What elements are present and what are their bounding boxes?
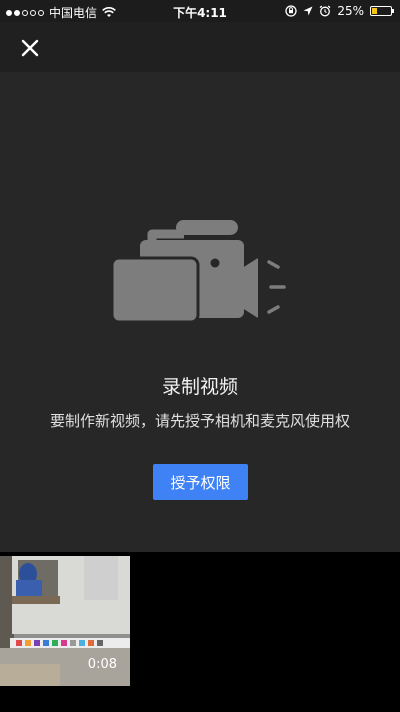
battery-level-fill [372, 8, 377, 14]
permission-panel: 录制视频 要制作新视频，请先授予相机和麦克风使用权 授予权限 [0, 72, 400, 552]
orientation-lock-icon [285, 5, 297, 17]
grant-permission-button[interactable]: 授予权限 [153, 464, 248, 500]
location-arrow-icon [303, 6, 313, 16]
gallery-strip: 0:08 [0, 552, 400, 712]
alarm-icon [319, 5, 331, 17]
status-bar: 中国电信 下午4:11 25% [0, 0, 400, 22]
battery-icon [370, 6, 394, 16]
header [0, 22, 400, 72]
video-camera-icon [112, 220, 286, 324]
status-right: 25% [285, 4, 394, 18]
permission-description: 要制作新视频，请先授予相机和麦克风使用权 [49, 412, 350, 430]
page-title: 录制视频 [161, 376, 238, 398]
close-icon[interactable] [16, 34, 44, 62]
video-duration: 0:08 [87, 657, 117, 672]
video-thumbnail[interactable]: 0:08 [0, 556, 130, 686]
battery-percent: 25% [337, 4, 364, 18]
